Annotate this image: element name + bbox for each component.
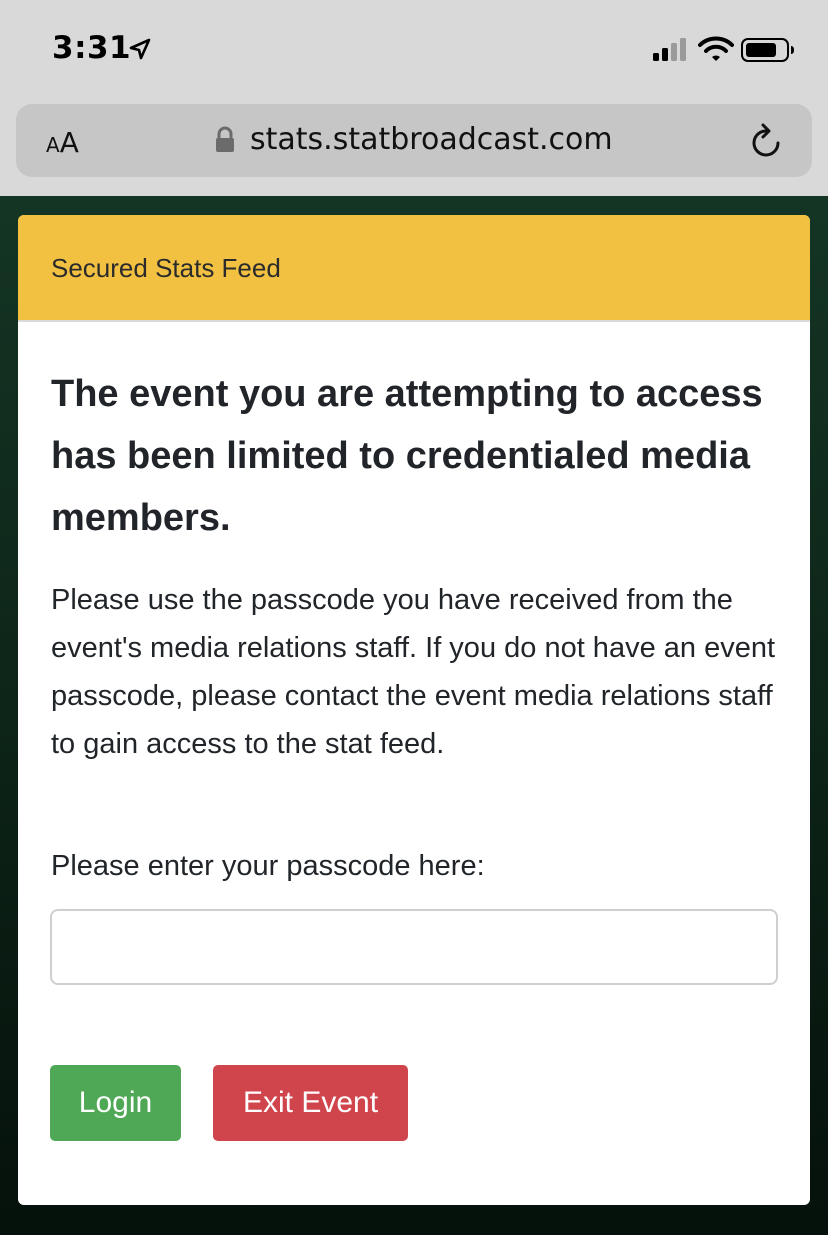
cellular-signal-icon [653, 38, 686, 61]
lock-icon [216, 126, 234, 152]
battery-icon [741, 38, 794, 62]
secured-feed-card: Secured Stats Feed The event you are att… [18, 215, 810, 1205]
access-limited-heading: The event you are attempting to access h… [51, 373, 763, 539]
status-time: 3:31 [52, 30, 132, 66]
address-bar[interactable]: AA stats.statbroadcast.com [16, 104, 812, 177]
reload-icon[interactable] [750, 123, 784, 159]
url-text[interactable]: stats.statbroadcast.com [250, 122, 613, 157]
wifi-icon [698, 36, 734, 61]
passcode-label: Please enter your passcode here: [51, 850, 485, 882]
passcode-input[interactable] [50, 909, 778, 985]
text-size-button[interactable]: AA [46, 126, 79, 159]
location-arrow-icon [129, 38, 151, 60]
login-button[interactable]: Login [50, 1065, 181, 1141]
status-bar: 3:31 [0, 0, 828, 98]
card-header-title: Secured Stats Feed [51, 253, 281, 283]
text-size-small-glyph: A [46, 133, 60, 157]
card-header: Secured Stats Feed [18, 215, 810, 322]
instructions-text: Please use the passcode you have receive… [51, 584, 776, 760]
exit-event-button[interactable]: Exit Event [213, 1065, 408, 1141]
text-size-large-glyph: A [59, 126, 79, 159]
